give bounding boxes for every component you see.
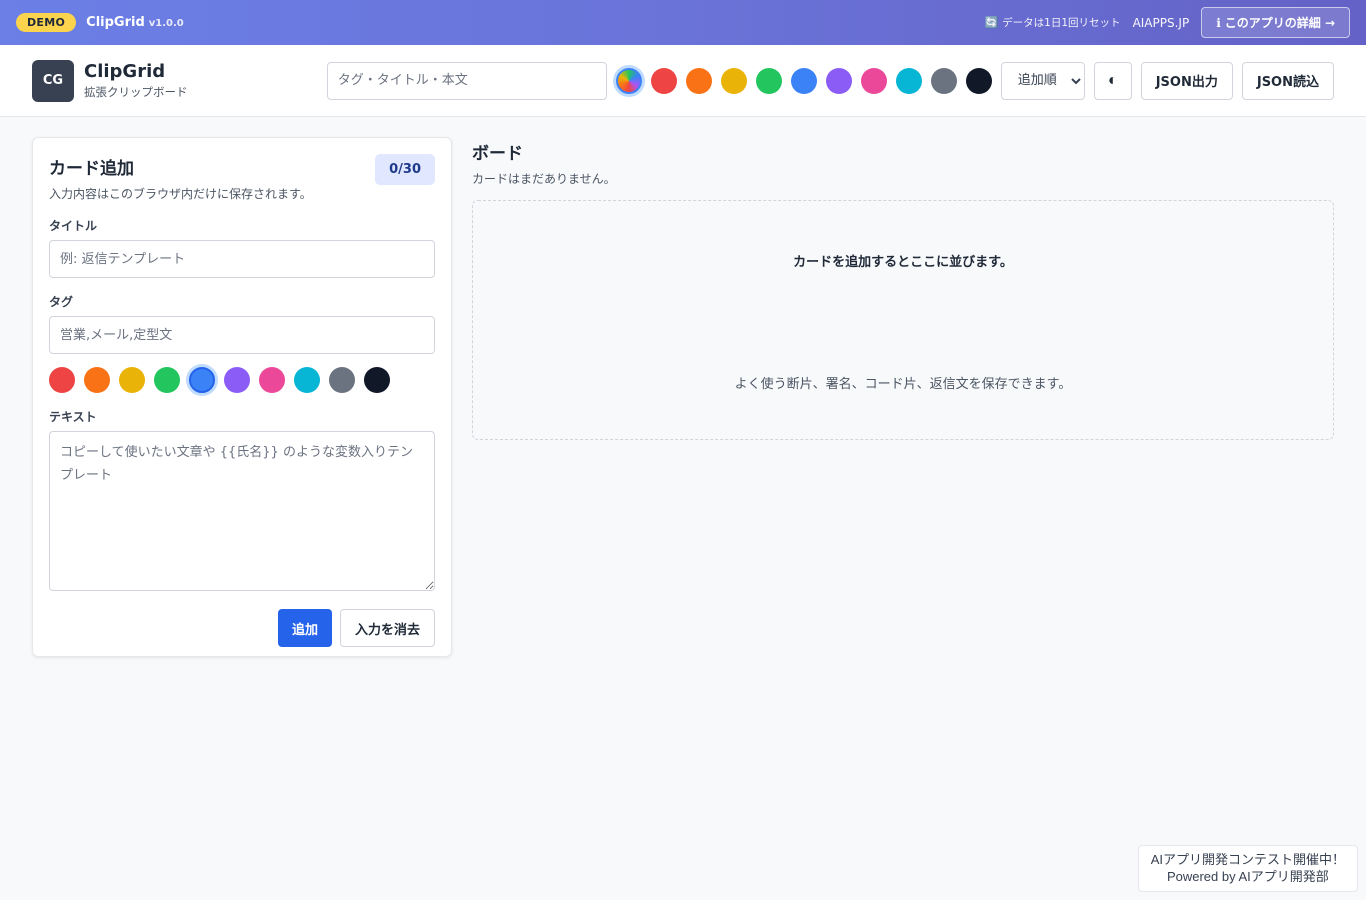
demo-app-title: ClipGrid xyxy=(86,15,145,30)
filter-color-pink[interactable] xyxy=(860,67,887,94)
color-option-cyan[interactable] xyxy=(294,367,320,393)
add-card-panel: カード追加 入力内容はこのブラウザ内だけに保存されます。 0/30 タイトル タ… xyxy=(32,137,452,657)
demo-version: v1.0.0 xyxy=(148,18,184,29)
panel-header: カード追加 入力内容はこのブラウザ内だけに保存されます。 0/30 xyxy=(49,154,435,202)
clear-input-button[interactable]: 入力を消去 xyxy=(339,609,435,647)
demo-bar: DEMO ClipGrid v1.0.0 🔄 データは1日1回リセット AIAPPS… xyxy=(0,0,1366,45)
panel-heading: カード追加 入力内容はこのブラウザ内だけに保存されます。 xyxy=(49,154,312,202)
color-option-red[interactable] xyxy=(49,367,75,393)
board-subtitle: カードはまだありません。 xyxy=(472,172,616,186)
reset-note: 🔄 データは1日1回リセット xyxy=(984,15,1120,30)
filter-color-yellow[interactable] xyxy=(720,67,747,94)
app-header: CG ClipGrid 拡張クリップボード 追加順 ◐ JSON出力 JSON読… xyxy=(0,45,1366,117)
filter-all-colors[interactable] xyxy=(615,67,642,94)
board-empty-state: カードを追加するとここに並びます。 よく使う断片、署名、コード片、返信文を保存で… xyxy=(472,200,1334,440)
theme-toggle-button[interactable]: ◐ xyxy=(1093,61,1132,100)
panel-title: カード追加 xyxy=(49,159,134,179)
text-area[interactable] xyxy=(49,431,435,591)
filter-color-black[interactable] xyxy=(965,67,992,94)
color-option-blue[interactable] xyxy=(189,367,215,393)
color-option-yellow[interactable] xyxy=(119,367,145,393)
panel-description: 入力内容はこのブラウザ内だけに保存されます。 xyxy=(49,187,312,201)
text-label: テキスト xyxy=(49,410,97,424)
color-option-black[interactable] xyxy=(364,367,390,393)
contest-banner[interactable]: AIアプリ開発コンテスト開催中！ Powered by AIアプリ開発部 xyxy=(1137,844,1358,892)
card-color-picker xyxy=(49,367,435,393)
color-filter xyxy=(615,67,992,94)
app-detail-button[interactable]: ℹ このアプリの詳細 → xyxy=(1201,7,1350,38)
empty-state-message: カードを追加するとここに並びます。 xyxy=(793,255,1013,270)
sort-select[interactable]: 追加順 xyxy=(1000,61,1085,100)
add-card-button[interactable]: 追加 xyxy=(277,609,332,647)
empty-state-hint: よく使う断片、署名、コード片、返信文を保存できます。 xyxy=(734,377,1072,392)
brand-subtitle: 拡張クリップボード xyxy=(84,85,188,100)
demo-badge: DEMO xyxy=(16,13,77,32)
card-count-badge: 0/30 xyxy=(375,154,435,185)
filter-color-green[interactable] xyxy=(755,67,782,94)
title-label: タイトル xyxy=(49,219,98,233)
brand-name: ClipGrid xyxy=(84,60,166,82)
filter-color-purple[interactable] xyxy=(825,67,852,94)
color-option-purple[interactable] xyxy=(224,367,250,393)
brand: ClipGrid 拡張クリップボード xyxy=(84,61,188,101)
color-option-pink[interactable] xyxy=(259,367,285,393)
app-logo: CG xyxy=(32,59,74,102)
contest-line-2: Powered by AIアプリ開発部 xyxy=(1166,869,1329,885)
header-tools: 追加順 ◐ JSON出力 JSON読込 xyxy=(326,61,1334,100)
contest-line-1: AIアプリ開発コンテスト開催中！ xyxy=(1150,851,1345,867)
filter-color-cyan[interactable] xyxy=(895,67,922,94)
tag-input[interactable] xyxy=(49,316,435,354)
demo-app-name: ClipGrid v1.0.0 xyxy=(86,15,184,30)
main-area: カード追加 入力内容はこのブラウザ内だけに保存されます。 0/30 タイトル タ… xyxy=(0,117,1366,677)
json-export-button[interactable]: JSON出力 xyxy=(1140,61,1233,100)
app-detail-label: このアプリの詳細 → xyxy=(1224,16,1335,30)
color-option-gray[interactable] xyxy=(329,367,355,393)
color-option-orange[interactable] xyxy=(84,367,110,393)
search-input[interactable] xyxy=(326,61,607,100)
contrast-icon: ◐ xyxy=(1107,71,1118,89)
tag-label: タグ xyxy=(49,295,74,309)
info-icon: ℹ xyxy=(1216,15,1221,30)
demo-right: 🔄 データは1日1回リセット AIAPPS.JP ℹ このアプリの詳細 → xyxy=(984,7,1350,38)
filter-color-orange[interactable] xyxy=(685,67,712,94)
json-import-button[interactable]: JSON読込 xyxy=(1241,61,1334,100)
title-input[interactable] xyxy=(49,240,435,278)
site-link[interactable]: AIAPPS.JP xyxy=(1133,16,1190,30)
filter-color-blue[interactable] xyxy=(790,67,817,94)
filter-color-gray[interactable] xyxy=(930,67,957,94)
color-option-green[interactable] xyxy=(154,367,180,393)
refresh-icon: 🔄 xyxy=(984,16,999,29)
panel-actions: 追加 入力を消去 xyxy=(49,609,435,647)
board: ボード カードはまだありません。 カードを追加するとここに並びます。 よく使う断… xyxy=(472,137,1334,657)
board-title: ボード xyxy=(472,144,523,164)
filter-color-red[interactable] xyxy=(650,67,677,94)
reset-note-text: データは1日1回リセット xyxy=(1002,17,1121,29)
